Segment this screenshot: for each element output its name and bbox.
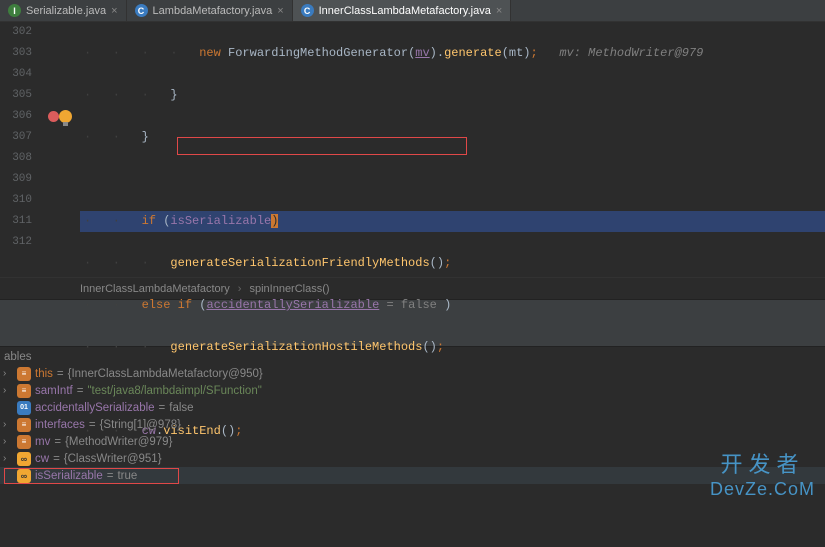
intention-bulb-icon[interactable] [59, 110, 72, 123]
java-class-icon: C [135, 4, 148, 17]
variable-name: isSerializable [35, 470, 103, 482]
variables-panel: ables ›≡this = {InnerClassLambdaMetafact… [0, 347, 825, 486]
variable-value: "test/java8/lambdaimpl/SFunction" [87, 385, 261, 397]
marker-column [40, 22, 80, 277]
variable-row[interactable]: 01accidentallySerializable = false [0, 399, 825, 416]
close-icon[interactable]: × [111, 5, 117, 17]
variable-row[interactable]: ›≡mv = {MethodWriter@979} [0, 433, 825, 450]
java-interface-icon: I [8, 4, 21, 17]
tab-serializable[interactable]: I Serializable.java × [0, 0, 127, 21]
variable-name: accidentallySerializable [35, 402, 155, 414]
variable-value: {ClassWriter@951} [64, 453, 162, 465]
variable-name: interfaces [35, 419, 85, 431]
variable-value: {String[1]@978} [100, 419, 181, 431]
gutter: 302 303 304 305 306 307 308 309 310 311 … [0, 22, 80, 277]
expand-icon[interactable]: › [3, 368, 13, 379]
tab-bar: I Serializable.java × C LambdaMetafactor… [0, 0, 825, 22]
tab-label: InnerClassLambdaMetafactory.java [319, 5, 491, 17]
variable-name: samIntf [35, 385, 73, 397]
variable-type-icon: 01 [17, 401, 31, 415]
tab-lambdametafactory[interactable]: C LambdaMetafactory.java × [127, 0, 293, 21]
variable-row[interactable]: ›∞cw = {ClassWriter@951} [0, 450, 825, 467]
java-class-icon: C [301, 4, 314, 17]
variable-type-icon: ≡ [17, 435, 31, 449]
close-icon[interactable]: × [496, 5, 502, 17]
variable-value: {MethodWriter@979} [65, 436, 172, 448]
code-area[interactable]: · · · · new ForwardingMethodGenerator(mv… [80, 22, 825, 277]
variable-type-icon: ≡ [17, 367, 31, 381]
expand-icon[interactable]: › [3, 385, 13, 396]
tab-label: LambdaMetafactory.java [153, 5, 273, 17]
variable-row[interactable]: ›≡this = {InnerClassLambdaMetafactory@95… [0, 365, 825, 382]
tab-innerclasslambda[interactable]: C InnerClassLambdaMetafactory.java × [293, 0, 512, 21]
variable-type-icon: ∞ [17, 452, 31, 466]
line-numbers: 302 303 304 305 306 307 308 309 310 311 … [0, 22, 40, 277]
variable-row[interactable]: ›≡interfaces = {String[1]@978} [0, 416, 825, 433]
expand-icon[interactable]: › [3, 436, 13, 447]
variable-name: this [35, 368, 53, 380]
variable-row[interactable]: ∞isSerializable = true [0, 467, 825, 484]
breakpoint-icon[interactable] [48, 111, 59, 122]
variable-value: {InnerClassLambdaMetafactory@950} [68, 368, 263, 380]
editor[interactable]: 302 303 304 305 306 307 308 309 310 311 … [0, 22, 825, 277]
variable-value: false [169, 402, 193, 414]
expand-icon[interactable]: › [3, 419, 13, 430]
variable-type-icon: ≡ [17, 418, 31, 432]
variable-name: mv [35, 436, 50, 448]
variable-type-icon: ∞ [17, 469, 31, 483]
variable-row[interactable]: ›≡samIntf = "test/java8/lambdaimpl/SFunc… [0, 382, 825, 399]
variable-value: true [117, 470, 137, 482]
tab-label: Serializable.java [26, 5, 106, 17]
variable-name: cw [35, 453, 49, 465]
close-icon[interactable]: × [277, 5, 283, 17]
variable-type-icon: ≡ [17, 384, 31, 398]
expand-icon[interactable]: › [3, 453, 13, 464]
